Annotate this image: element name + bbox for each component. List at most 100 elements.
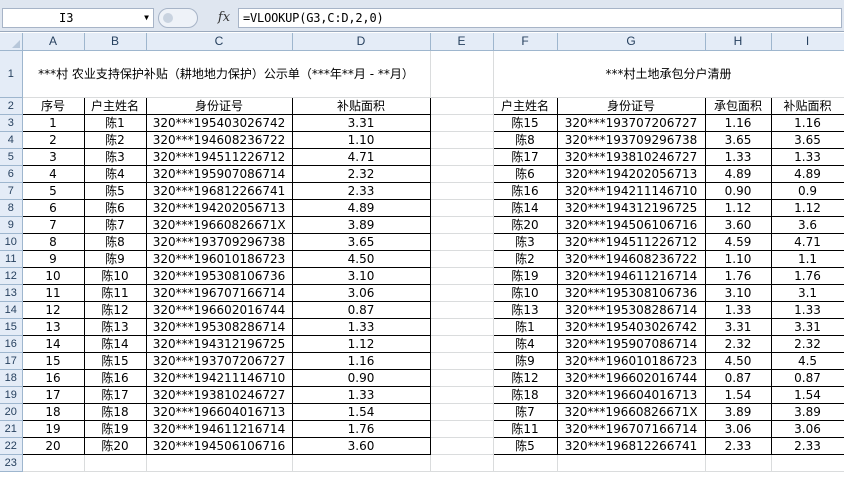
right-data-cell[interactable]: 320***194312196725 xyxy=(556,198,706,217)
right-data-cell[interactable]: 陈17 xyxy=(492,147,558,166)
left-data-cell[interactable]: 13 xyxy=(21,317,85,336)
left-data-cell[interactable]: 陈9 xyxy=(83,249,147,268)
right-data-cell[interactable]: 陈7 xyxy=(492,402,558,421)
left-data-cell[interactable]: 320***196604016713 xyxy=(145,402,293,421)
cell[interactable] xyxy=(430,403,494,421)
right-data-cell[interactable]: 1.12 xyxy=(704,198,772,217)
left-header-cell[interactable]: 户主姓名 xyxy=(83,96,147,115)
left-data-cell[interactable]: 陈20 xyxy=(83,436,147,455)
left-data-cell[interactable]: 20 xyxy=(21,436,85,455)
right-data-cell[interactable]: 3.31 xyxy=(770,317,844,336)
cell[interactable] xyxy=(430,114,494,132)
left-data-cell[interactable]: 320***194312196725 xyxy=(145,334,293,353)
right-data-cell[interactable]: 陈14 xyxy=(492,198,558,217)
row-header[interactable]: 6 xyxy=(0,165,23,183)
column-header-e[interactable]: E xyxy=(430,33,494,51)
formula-bar-resize-handle[interactable] xyxy=(158,8,198,28)
left-data-cell[interactable]: 320***194202056713 xyxy=(145,198,293,217)
right-data-cell[interactable]: 陈12 xyxy=(492,368,558,387)
left-data-cell[interactable]: 2.32 xyxy=(291,164,431,183)
right-data-cell[interactable]: 1.33 xyxy=(704,147,772,166)
left-data-cell[interactable]: 15 xyxy=(21,351,85,370)
row-header[interactable]: 9 xyxy=(0,216,23,234)
left-header-cell[interactable]: 补贴面积 xyxy=(291,96,431,115)
row-header[interactable]: 14 xyxy=(0,301,23,319)
left-data-cell[interactable]: 9 xyxy=(21,249,85,268)
cell[interactable] xyxy=(430,233,494,251)
column-header-a[interactable]: A xyxy=(22,33,85,51)
left-data-cell[interactable]: 320***196010186723 xyxy=(145,249,293,268)
left-data-cell[interactable]: 320***195403026742 xyxy=(145,113,293,132)
cell[interactable] xyxy=(430,267,494,285)
cell[interactable] xyxy=(430,97,494,115)
right-data-cell[interactable]: 320***193709296738 xyxy=(556,130,706,149)
row-header[interactable]: 22 xyxy=(0,437,23,455)
left-data-cell[interactable]: 陈7 xyxy=(83,215,147,234)
left-data-cell[interactable]: 陈6 xyxy=(83,198,147,217)
cell[interactable] xyxy=(430,50,494,98)
right-data-cell[interactable]: 1.54 xyxy=(704,385,772,404)
right-data-cell[interactable]: 2.32 xyxy=(704,334,772,353)
right-data-cell[interactable]: 2.33 xyxy=(704,436,772,455)
left-data-cell[interactable]: 陈2 xyxy=(83,130,147,149)
cell[interactable] xyxy=(430,454,494,472)
cell[interactable] xyxy=(705,454,772,472)
right-data-cell[interactable]: 1.76 xyxy=(704,266,772,285)
left-data-cell[interactable]: 320***194506106716 xyxy=(145,436,293,455)
right-header-cell[interactable]: 补贴面积 xyxy=(770,96,844,115)
left-data-cell[interactable]: 12 xyxy=(21,300,85,319)
right-data-cell[interactable]: 320***194608236722 xyxy=(556,249,706,268)
row-header[interactable]: 15 xyxy=(0,318,23,336)
left-data-cell[interactable]: 4.89 xyxy=(291,198,431,217)
right-data-cell[interactable]: 320***196010186723 xyxy=(556,351,706,370)
left-data-cell[interactable]: 5 xyxy=(21,181,85,200)
left-header-cell[interactable]: 序号 xyxy=(21,96,85,115)
cell[interactable] xyxy=(430,148,494,166)
row-header[interactable]: 20 xyxy=(0,403,23,421)
right-data-cell[interactable]: 陈15 xyxy=(492,113,558,132)
right-header-cell[interactable]: 承包面积 xyxy=(704,96,772,115)
right-data-cell[interactable]: 陈10 xyxy=(492,283,558,302)
row-header[interactable]: 18 xyxy=(0,369,23,387)
row-header[interactable]: 4 xyxy=(0,131,23,149)
left-data-cell[interactable]: 1.76 xyxy=(291,419,431,438)
left-data-cell[interactable]: 陈1 xyxy=(83,113,147,132)
cell[interactable] xyxy=(146,454,293,472)
right-data-cell[interactable]: 陈16 xyxy=(492,181,558,200)
left-data-cell[interactable]: 1.54 xyxy=(291,402,431,421)
formula-input[interactable]: =VLOOKUP(G3,C:D,2,0) xyxy=(238,8,842,28)
right-data-cell[interactable]: 3.06 xyxy=(704,419,772,438)
left-data-cell[interactable]: 1.16 xyxy=(291,351,431,370)
row-header[interactable]: 10 xyxy=(0,233,23,251)
cell[interactable] xyxy=(430,182,494,200)
left-data-cell[interactable]: 4.50 xyxy=(291,249,431,268)
left-data-cell[interactable]: 1.10 xyxy=(291,130,431,149)
right-data-cell[interactable]: 320***194611216714 xyxy=(556,266,706,285)
right-data-cell[interactable]: 3.10 xyxy=(704,283,772,302)
row-header[interactable]: 13 xyxy=(0,284,23,302)
row-header[interactable]: 23 xyxy=(0,454,23,472)
right-data-cell[interactable]: 陈13 xyxy=(492,300,558,319)
row-header[interactable]: 3 xyxy=(0,114,23,132)
right-data-cell[interactable]: 320***196707166714 xyxy=(556,419,706,438)
right-data-cell[interactable]: 陈18 xyxy=(492,385,558,404)
cell[interactable] xyxy=(292,454,431,472)
left-data-cell[interactable]: 320***195308286714 xyxy=(145,317,293,336)
right-data-cell[interactable]: 3.31 xyxy=(704,317,772,336)
right-data-cell[interactable]: 4.59 xyxy=(704,232,772,251)
left-data-cell[interactable]: 陈18 xyxy=(83,402,147,421)
right-data-cell[interactable]: 320***196602016744 xyxy=(556,368,706,387)
left-data-cell[interactable]: 3.89 xyxy=(291,215,431,234)
left-data-cell[interactable]: 0.90 xyxy=(291,368,431,387)
cell[interactable] xyxy=(430,216,494,234)
right-data-cell[interactable]: 0.87 xyxy=(704,368,772,387)
right-data-cell[interactable]: 陈5 xyxy=(492,436,558,455)
cell[interactable] xyxy=(430,131,494,149)
left-data-cell[interactable]: 8 xyxy=(21,232,85,251)
chevron-down-icon[interactable]: ▼ xyxy=(144,9,149,27)
row-header[interactable]: 16 xyxy=(0,335,23,353)
left-data-cell[interactable]: 18 xyxy=(21,402,85,421)
left-data-cell[interactable]: 4.71 xyxy=(291,147,431,166)
right-data-cell[interactable]: 0.9 xyxy=(770,181,844,200)
column-header-d[interactable]: D xyxy=(292,33,431,51)
